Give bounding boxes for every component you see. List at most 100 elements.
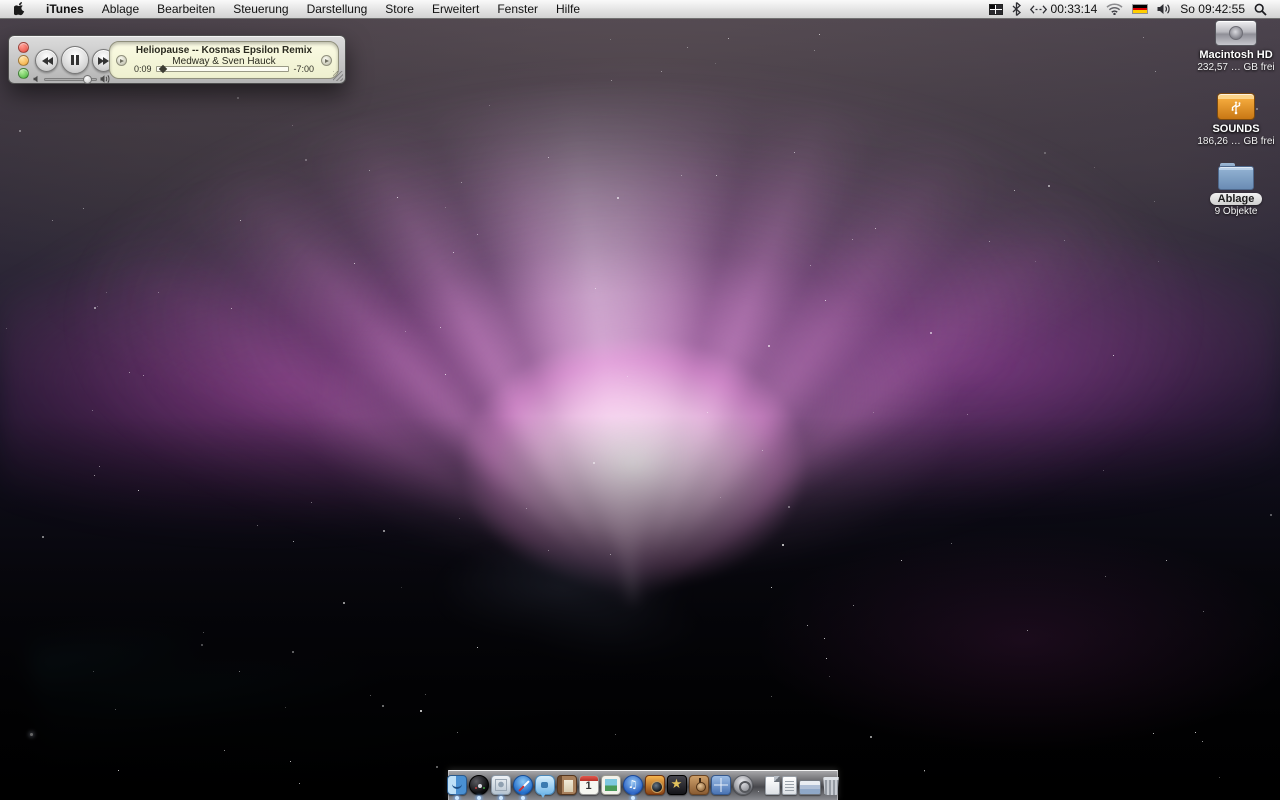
star <box>1143 37 1144 38</box>
minimize-button[interactable] <box>18 55 29 66</box>
wifi-menu-extra[interactable] <box>1106 0 1123 18</box>
dock-item-ichat[interactable] <box>535 775 555 795</box>
star <box>106 292 107 293</box>
dock-photo-booth-icon[interactable] <box>645 775 665 795</box>
volume-slider-knob[interactable] <box>83 75 92 84</box>
clock-menu-extra[interactable]: So 09:42:55 <box>1180 0 1245 18</box>
dock-item-itunes[interactable] <box>623 775 643 795</box>
menu-store[interactable]: Store <box>376 0 423 18</box>
dock-finder-icon[interactable] <box>447 775 467 795</box>
dock-item-imovie[interactable] <box>667 775 687 795</box>
star <box>610 554 611 555</box>
dock-mail-icon[interactable] <box>491 775 511 795</box>
dock-item-ical[interactable]: 1 <box>579 775 599 795</box>
progress-bar[interactable] <box>156 66 290 72</box>
dock-item-photo-booth[interactable] <box>645 775 665 795</box>
star <box>951 543 952 544</box>
dock-item-dashboard[interactable] <box>469 775 489 795</box>
spotlight-menu-extra[interactable] <box>1254 0 1267 18</box>
dock-item-text-document[interactable] <box>782 776 797 795</box>
dock-item-mail[interactable] <box>491 775 511 795</box>
desktop-icon-sounds[interactable]: SOUNDS 186,26 … GB frei <box>1194 93 1278 147</box>
lcd-right-button[interactable] <box>321 55 332 66</box>
menu-itunes[interactable]: iTunes <box>37 0 93 18</box>
pause-button[interactable] <box>61 46 89 74</box>
star <box>807 625 808 626</box>
star <box>445 207 446 208</box>
menu-steuerung[interactable]: Steuerung <box>224 0 297 18</box>
icon-label-selected: Ablage <box>1210 193 1263 205</box>
resize-grip[interactable] <box>333 71 343 81</box>
dock-address-book-icon[interactable] <box>557 775 577 795</box>
dock-garageband-icon[interactable] <box>689 775 709 795</box>
star <box>99 466 100 467</box>
star <box>1064 240 1065 241</box>
close-button[interactable] <box>18 42 29 53</box>
dock-trash-icon[interactable] <box>823 777 840 795</box>
dock-text-document-icon[interactable] <box>782 776 797 795</box>
zoom-button[interactable] <box>18 68 29 79</box>
wallpaper-stars <box>0 0 1280 800</box>
dock-item-garageband[interactable] <box>689 775 709 795</box>
menu-ablage[interactable]: Ablage <box>93 0 148 18</box>
dock-iphoto-icon[interactable] <box>601 775 621 795</box>
star <box>445 374 446 375</box>
time-elapsed: 0:09 <box>134 64 152 74</box>
progress-marker[interactable] <box>159 65 167 73</box>
rewind-button[interactable] <box>35 49 58 72</box>
star <box>293 541 294 542</box>
spaces-menu-extra[interactable] <box>989 0 1003 18</box>
dock-dashboard-icon[interactable] <box>469 775 489 795</box>
desktop-icon-ablage[interactable]: Ablage 9 Objekte <box>1194 163 1278 217</box>
dock-item-trash[interactable] <box>823 777 840 795</box>
dock-document-stack-icon[interactable] <box>765 776 780 795</box>
dock-system-preferences-icon[interactable] <box>733 775 753 795</box>
star <box>311 502 312 503</box>
star <box>201 644 203 646</box>
dock-safari-icon[interactable] <box>513 775 533 795</box>
icon-info: 186,26 … GB frei <box>1197 136 1274 147</box>
star <box>924 770 925 771</box>
dock-spaces-icon[interactable] <box>711 775 731 795</box>
spaces-icon <box>989 4 1003 15</box>
star <box>1014 190 1015 191</box>
dock-minimized-window-icon[interactable] <box>799 780 821 795</box>
star <box>405 331 406 332</box>
star <box>771 696 772 697</box>
bluetooth-menu-extra[interactable] <box>1012 0 1021 18</box>
dock-ichat-icon[interactable] <box>535 775 555 795</box>
star <box>143 375 144 376</box>
dock-item-spaces[interactable] <box>711 775 731 795</box>
dock-item-iphoto[interactable] <box>601 775 621 795</box>
menu-bearbeiten[interactable]: Bearbeiten <box>148 0 224 18</box>
volume-menu-extra[interactable] <box>1157 0 1171 18</box>
star <box>292 125 293 126</box>
dock-item-finder[interactable] <box>447 775 467 795</box>
volume-slider[interactable] <box>44 78 97 81</box>
desktop-icon-macintosh-hd[interactable]: Macintosh HD 232,57 … GB frei <box>1194 20 1278 73</box>
dock-item-safari[interactable] <box>513 775 533 795</box>
connection-timer-menu-extra[interactable]: 00:33:14 <box>1030 0 1098 18</box>
menu-darstellung[interactable]: Darstellung <box>298 0 377 18</box>
dock-item-system-preferences[interactable] <box>733 775 753 795</box>
dock-item-address-book[interactable] <box>557 775 577 795</box>
dock-separator <box>757 771 760 795</box>
star <box>115 709 116 710</box>
apple-menu[interactable] <box>0 0 37 18</box>
star <box>1027 630 1028 631</box>
dock-item-document-stack[interactable] <box>765 776 780 795</box>
lcd-left-button[interactable] <box>116 55 127 66</box>
dock-imovie-icon[interactable] <box>667 775 687 795</box>
menu-fenster[interactable]: Fenster <box>488 0 547 18</box>
star <box>627 376 628 377</box>
itunes-mini-player-window: Heliopause -- Kosmas Epsilon Remix Medwa… <box>8 35 346 84</box>
dock-item-minimized-window[interactable] <box>799 780 821 795</box>
folder-icon <box>1218 163 1254 190</box>
dock-itunes-icon[interactable] <box>623 775 643 795</box>
keyboard-layout-menu-extra[interactable] <box>1132 0 1148 18</box>
menu-hilfe[interactable]: Hilfe <box>547 0 589 18</box>
star <box>292 651 294 653</box>
menu-erweitert[interactable]: Erweitert <box>423 0 488 18</box>
star <box>382 705 384 707</box>
dock-ical-icon[interactable]: 1 <box>579 775 599 795</box>
